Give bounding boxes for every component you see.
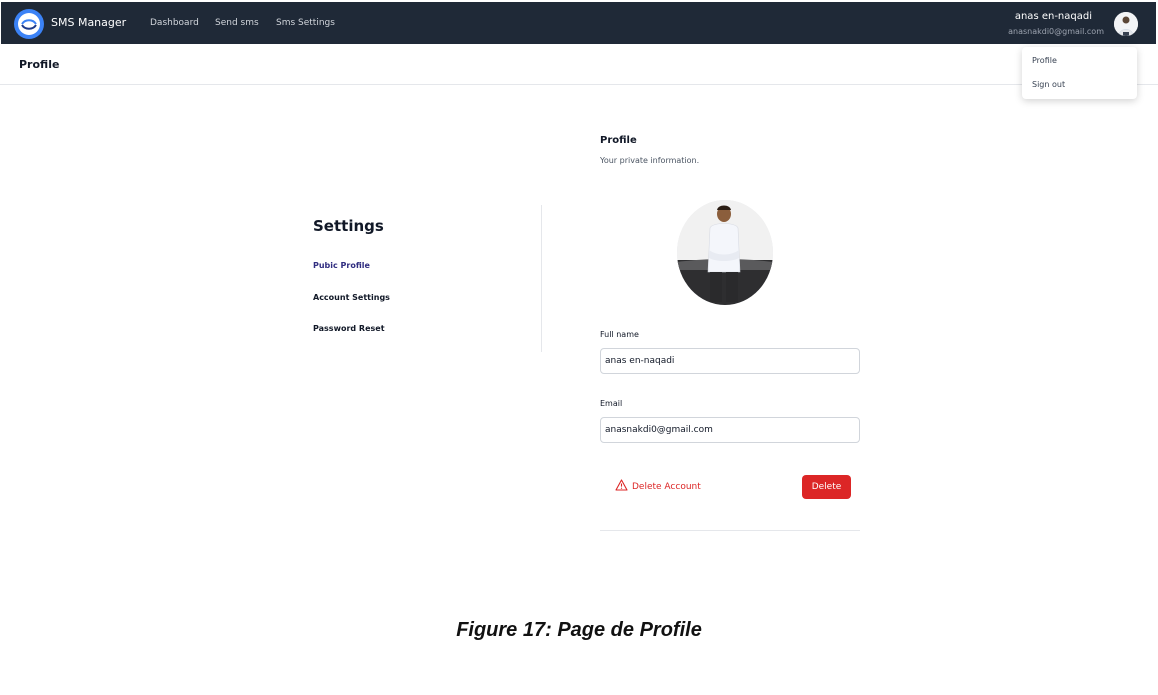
settings-heading: Settings (313, 217, 384, 235)
user-name: anas en-naqadi (1014, 11, 1092, 22)
email-label: Email (600, 399, 623, 408)
profile-section-subtitle: Your private information. (600, 156, 700, 165)
delete-button[interactable]: Delete (802, 475, 851, 499)
dropdown-item-sign-out[interactable]: Sign out (1032, 80, 1065, 89)
brand-name[interactable]: SMS Manager (51, 16, 126, 29)
settings-link-password-reset[interactable]: Password Reset (313, 324, 385, 333)
settings-link-account-settings[interactable]: Account Settings (313, 293, 390, 302)
full-name-label: Full name (600, 330, 639, 339)
settings-link-public-profile[interactable]: Pubic Profile (313, 261, 370, 270)
profile-photo[interactable] (677, 200, 773, 305)
full-name-input[interactable] (600, 348, 860, 374)
user-avatar[interactable] (1114, 12, 1138, 36)
section-divider (600, 530, 860, 531)
profile-section-title: Profile (600, 135, 637, 146)
top-navbar: SMS Manager Dashboard Send sms Sms Setti… (1, 2, 1156, 44)
nav-dashboard[interactable]: Dashboard (150, 18, 199, 28)
nav-send-sms[interactable]: Send sms (215, 18, 259, 28)
dropdown-item-profile[interactable]: Profile (1032, 56, 1057, 65)
warning-icon (615, 479, 628, 494)
page-header (0, 44, 1158, 85)
user-dropdown-menu: Profile Sign out (1022, 47, 1137, 99)
user-email: anasnakdi0@gmail.com (1008, 27, 1104, 36)
delete-account-section: Delete Account (615, 479, 701, 494)
figure-caption: Figure 17: Page de Profile (456, 619, 702, 641)
sidebar-divider (541, 205, 542, 352)
delete-account-label: Delete Account (632, 481, 701, 492)
page-title: Profile (19, 58, 60, 71)
email-input[interactable] (600, 417, 860, 443)
app-logo-icon[interactable] (14, 9, 44, 39)
nav-sms-settings[interactable]: Sms Settings (276, 18, 335, 28)
